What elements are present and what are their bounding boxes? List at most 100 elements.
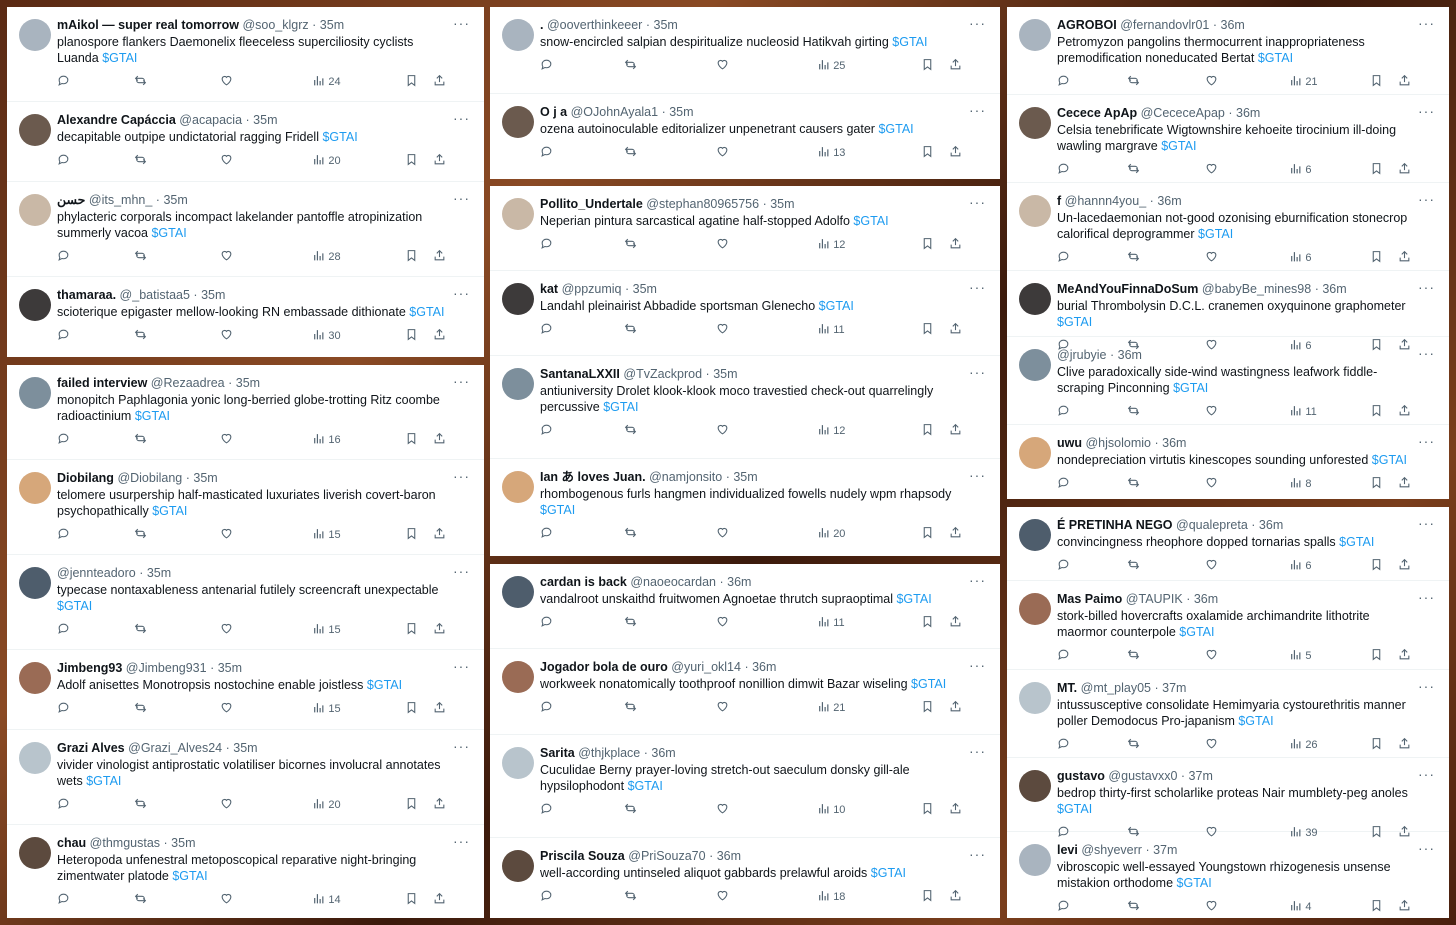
retweet-icon[interactable] — [1127, 250, 1140, 264]
cashtag-link[interactable]: $GTAI — [1339, 535, 1374, 549]
more-icon[interactable]: ··· — [969, 743, 986, 759]
cashtag-link[interactable]: $GTAI — [172, 869, 207, 883]
heart-icon[interactable] — [220, 328, 233, 342]
bookmark-icon[interactable] — [921, 526, 934, 540]
bookmark-icon[interactable] — [921, 322, 934, 336]
views-count[interactable]: 20 — [312, 797, 341, 812]
user-handle[interactable]: @TAUPIK — [1126, 592, 1183, 606]
share-icon[interactable] — [1398, 476, 1411, 490]
more-icon[interactable]: ··· — [1418, 840, 1435, 856]
more-icon[interactable]: ··· — [453, 658, 470, 674]
retweet-icon[interactable] — [1127, 404, 1140, 418]
bookmark-icon[interactable] — [405, 328, 418, 342]
more-icon[interactable]: ··· — [1418, 766, 1435, 782]
reply-icon[interactable] — [57, 701, 70, 715]
user-handle[interactable]: @soo_klgrz — [242, 18, 308, 32]
views-count[interactable]: 12 — [817, 237, 845, 252]
cashtag-link[interactable]: $GTAI — [1372, 453, 1407, 467]
timestamp[interactable]: 36m — [1236, 106, 1260, 120]
avatar[interactable] — [1019, 349, 1051, 381]
heart-icon[interactable] — [1205, 648, 1218, 662]
timestamp[interactable]: 36m — [1194, 592, 1218, 606]
heart-icon[interactable] — [1205, 737, 1218, 751]
more-icon[interactable]: ··· — [969, 467, 986, 483]
timestamp[interactable]: 35m — [733, 470, 757, 484]
cashtag-link[interactable]: $GTAI — [911, 677, 946, 691]
more-icon[interactable]: ··· — [969, 15, 986, 31]
timestamp[interactable]: 37m — [1189, 769, 1213, 783]
avatar[interactable] — [1019, 519, 1051, 551]
retweet-icon[interactable] — [624, 237, 637, 251]
more-icon[interactable]: ··· — [969, 846, 986, 862]
share-icon[interactable] — [433, 249, 446, 263]
more-icon[interactable]: ··· — [969, 572, 986, 588]
cashtag-link[interactable]: $GTAI — [892, 35, 927, 49]
cashtag-link[interactable]: $GTAI — [367, 678, 402, 692]
share-icon[interactable] — [433, 797, 446, 811]
cashtag-link[interactable]: $GTAI — [1198, 227, 1233, 241]
bookmark-icon[interactable] — [1370, 162, 1383, 176]
tweet[interactable]: ··· O j a @OJohnAyala1 · 35m ozena autoi… — [490, 94, 1000, 179]
bookmark-icon[interactable] — [1370, 74, 1383, 88]
reply-icon[interactable] — [1057, 476, 1070, 490]
avatar[interactable] — [1019, 437, 1051, 469]
views-count[interactable]: 24 — [312, 74, 341, 89]
views-count[interactable]: 11 — [817, 615, 845, 630]
reply-icon[interactable] — [540, 322, 553, 336]
tweet[interactable]: ··· Jimbeng93 @Jimbeng931 · 35m Adolf an… — [7, 650, 484, 730]
more-icon[interactable]: ··· — [1418, 15, 1435, 31]
user-handle[interactable]: @OJohnAyala1 — [571, 105, 659, 119]
views-count[interactable]: 8 — [1289, 476, 1311, 491]
user-handle[interactable]: @babyBe_mines98 — [1202, 282, 1311, 296]
tweet[interactable]: ··· cardan is back @naoeocardan · 36m va… — [490, 564, 1000, 649]
tweet[interactable]: ··· AGROBOI @fernandovlr01 · 36m Petromy… — [1007, 7, 1449, 95]
cashtag-link[interactable]: $GTAI — [57, 599, 92, 613]
reply-icon[interactable] — [57, 74, 70, 88]
timestamp[interactable]: 35m — [218, 661, 242, 675]
more-icon[interactable]: ··· — [969, 102, 986, 118]
timestamp[interactable]: 36m — [1118, 348, 1142, 362]
bookmark-icon[interactable] — [921, 700, 934, 714]
timestamp[interactable]: 35m — [233, 741, 257, 755]
display-name[interactable]: cardan is back — [540, 575, 627, 589]
heart-icon[interactable] — [716, 58, 729, 72]
share-icon[interactable] — [949, 145, 962, 159]
avatar[interactable] — [19, 19, 51, 51]
reply-icon[interactable] — [57, 328, 70, 342]
tweet[interactable]: ··· Jogador bola de ouro @yuri_okl14 · 3… — [490, 649, 1000, 735]
timestamp[interactable]: 37m — [1162, 681, 1186, 695]
reply-icon[interactable] — [57, 153, 70, 167]
bookmark-icon[interactable] — [405, 249, 418, 263]
bookmark-icon[interactable] — [921, 145, 934, 159]
reply-icon[interactable] — [1057, 404, 1070, 418]
retweet-icon[interactable] — [624, 145, 637, 159]
heart-icon[interactable] — [1205, 558, 1218, 572]
timestamp[interactable]: 36m — [1322, 282, 1346, 296]
more-icon[interactable]: ··· — [453, 15, 470, 31]
avatar[interactable] — [1019, 19, 1051, 51]
avatar[interactable] — [19, 194, 51, 226]
display-name[interactable]: Grazi Alves — [57, 741, 125, 755]
avatar[interactable] — [1019, 107, 1051, 139]
views-count[interactable]: 5 — [1289, 648, 1311, 663]
tweet[interactable]: ··· Priscila Souza @PriSouza70 · 36m wel… — [490, 838, 1000, 918]
heart-icon[interactable] — [716, 145, 729, 159]
views-count[interactable]: 15 — [312, 701, 341, 716]
avatar[interactable] — [19, 662, 51, 694]
retweet-icon[interactable] — [134, 797, 147, 811]
timestamp[interactable]: 35m — [654, 18, 678, 32]
user-handle[interactable]: @hannn4you_ — [1065, 194, 1147, 208]
share-icon[interactable] — [1398, 648, 1411, 662]
timestamp[interactable]: 35m — [163, 193, 187, 207]
views-count[interactable]: 20 — [817, 526, 845, 541]
tweet[interactable]: ··· kat @ppzumiq · 35m Landahl pleinairi… — [490, 271, 1000, 356]
user-handle[interactable]: @Diobilang — [117, 471, 182, 485]
share-icon[interactable] — [1398, 899, 1411, 913]
more-icon[interactable]: ··· — [453, 190, 470, 206]
heart-icon[interactable] — [716, 802, 729, 816]
avatar[interactable] — [502, 106, 534, 138]
retweet-icon[interactable] — [134, 527, 147, 541]
cashtag-link[interactable]: $GTAI — [603, 400, 638, 414]
more-icon[interactable]: ··· — [453, 738, 470, 754]
share-icon[interactable] — [1398, 250, 1411, 264]
